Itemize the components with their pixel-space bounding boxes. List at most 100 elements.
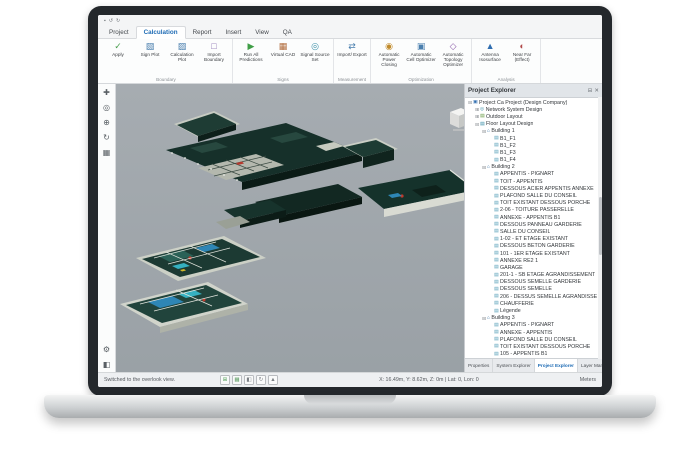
undo-icon[interactable]: ↺ [109,17,113,25]
select-tool-icon[interactable]: ✚ [103,88,110,97]
tab-project[interactable]: Project [102,27,136,38]
tree-item[interactable]: ▤ B1_F1 [467,135,597,142]
tree-item[interactable]: ⊟ ⌂ Building 3 [467,315,597,322]
button-label: Automatic Power Closing [378,52,400,68]
calculation-plot-button[interactable]: ▨ Calculation Plot [166,40,198,63]
close-panel-icon[interactable]: ✕ [594,88,599,94]
bottom-tab-system-explorer[interactable]: System Explorer [493,359,535,372]
tree-item[interactable]: ▤ TOIT EXISTANT DESSOUS PORCHE [467,343,597,350]
component-preview-object [450,108,464,131]
fit-extents-button[interactable]: ⊞ [220,375,230,385]
tree-item[interactable]: ▤ 101 - 1ER ETAGE EXISTANT [467,250,597,257]
quick-access-toolbar: ▪ ↺ ↻ [98,15,602,25]
tree-item[interactable]: ⊟ ⌂ Building 2 [467,164,597,171]
cube-view-icon[interactable]: ◧ [103,360,111,369]
run-all-predictions-button[interactable]: ▶ Run All Predictions [235,40,267,63]
tree-item[interactable]: ▤ ANNEXE - APPENTIS B1 [467,214,597,221]
tree-item[interactable]: ▤ 1-02 - ET ETAGE EXISTANT [467,236,597,243]
orbit-mode-button[interactable]: ↻ [256,375,266,385]
pin-panel-icon[interactable]: ⊟ [588,88,593,94]
tree-item[interactable]: ▤ B1_F4 [467,157,597,164]
button-label: Virtual CAD [270,52,296,57]
tree-item[interactable]: ⊞ ◎ Network System Design [467,106,597,113]
rotate-view-icon[interactable]: ↻ [103,133,110,142]
tree-item-label: SALLE DU CONSEIL [500,228,551,235]
tree-item[interactable]: ▤ 2-06 - TOITURE PASSERELLE [467,207,597,214]
tab-report[interactable]: Report [186,27,219,38]
3d-viewport[interactable] [116,84,464,372]
import-boundary-button[interactable]: □ Import Boundary [198,40,230,63]
tree-item[interactable]: ▤ TOIT EXISTANT DESSOUS PORCHE [467,200,597,207]
tree-item-label: 201-1 - SB ETAGE AGRANDISSEMENT [500,272,596,279]
tree-item[interactable]: ▤ DESSOUS SEMELLE GARDERIE [467,279,597,286]
tab-qa[interactable]: QA [276,27,299,38]
building-3d-model[interactable] [116,84,464,372]
settings-icon[interactable]: ⚙ [103,345,110,354]
tree-item[interactable]: ▤ ANNEXE - APPENTIS [467,329,597,336]
tree-item[interactable]: ▤ 201-1 - SB ETAGE AGRANDISSEMENT [467,272,597,279]
tree-item[interactable]: ▤ TOIT - APPENTIS [467,178,597,185]
near-far-effect-button[interactable]: ◐ Near Far (Effect) [506,40,538,63]
virtual-cad-button[interactable]: ▦ Virtual CAD [267,40,299,58]
tree-item[interactable]: ▤ 105 - APPENTIS B1 [467,351,597,358]
zoom-window-button[interactable]: ▦ [232,375,242,385]
automatic-power-closing-button[interactable]: ◉ Automatic Power Closing [373,40,405,69]
grid-view-icon[interactable]: ▦ [103,148,111,157]
tree-item[interactable]: ⊟ ▤ Floor Layout Design [467,121,597,128]
tree-item-label: Building 2 [491,164,515,171]
tree-item[interactable]: ▤ B1_F3 [467,149,597,156]
virtual-cad-icon: ▦ [278,41,288,51]
tree-item[interactable]: ⊟ ▣ Project Ca Project (Design Company) [467,99,597,106]
button-label: Apply [112,52,124,57]
signal-source-icon: ◎ [311,41,319,51]
save-icon[interactable]: ▪ [104,17,106,25]
orbit-tool-icon[interactable]: ◎ [103,103,110,112]
tab-calculation[interactable]: Calculation [135,26,186,39]
tree-item-label: 105 - APPENTIS B1 [500,351,548,358]
tree-item[interactable]: ▤206 - DESSUS SEMELLE AGRANDISSEMENT [467,293,597,300]
tree-item[interactable]: ▤ ANNEXE RE2 1 [467,257,597,264]
bottom-tab-project-explorer[interactable]: Project Explorer [534,359,578,372]
tree-item[interactable]: ▤ DESSOUS BETON GARDERIE [467,243,597,250]
tab-insert[interactable]: Insert [218,27,248,38]
tree-item[interactable]: ▤ PLAFOND SALLE DU CONSEIL [467,336,597,343]
floor-icon: ▤ [494,301,499,307]
automatic-cell-optimizer-button[interactable]: ▣ Automatic Cell Optimizer [405,40,437,63]
scrollbar-thumb[interactable] [598,196,602,255]
tree-item[interactable]: ⊟ ⌂ Building 1 [467,128,597,135]
status-message: Switched to the overlook view. [104,377,175,383]
tree-item[interactable]: ▤ APPENTIS - PIGNART [467,322,597,329]
tree-scrollbar[interactable] [598,97,602,359]
group-label: Measurement [338,77,367,82]
floor-icon: ▤ [494,286,499,292]
redo-icon[interactable]: ↻ [116,17,120,25]
tab-view[interactable]: View [248,27,276,38]
floor-icon: ▤ [494,322,499,328]
tree-item-label: APPENTIS - PIGNART [500,171,555,178]
tree-item[interactable]: ⊞ ▤ Outdoor Layout [467,113,597,120]
tree-item[interactable]: ▤ GARAGE [467,264,597,271]
signal-source-set-button[interactable]: ◎ Signal Source Set [299,40,331,63]
zoom-tool-icon[interactable]: ⊕ [103,118,110,127]
walk-mode-button[interactable]: ▲ [268,375,278,385]
automatic-topology-optimizer-button[interactable]: ◇ Automatic Topology Optimizer [437,40,469,69]
import-export-button[interactable]: ⇄ Import/ Export [336,40,368,58]
pan-mode-button[interactable]: ◧ [244,375,254,385]
bottom-tab-layer-management[interactable]: Layer Management [578,359,602,372]
tree-item-label: Légende [500,308,521,315]
tree-item[interactable]: ▤ PLAFOND SALLE DU CONSEIL [467,192,597,199]
tree-item[interactable]: ▤ CHAUFFERIE [467,300,597,307]
tree-item-label: GARAGE [500,264,523,271]
tree-item[interactable]: ▤ DESSOUS SEMELLE [467,286,597,293]
tree-item[interactable]: ▤ APPENTIS - PIGNART [467,171,597,178]
tree-item[interactable]: ▤ DESSOUS PANNEAU GARDERIE [467,221,597,228]
auto-power-icon: ◉ [385,41,394,51]
tree-item[interactable]: ▤ SALLE DU CONSEIL [467,228,597,235]
bottom-tab-properties[interactable]: Properties [465,359,494,372]
tree-item[interactable]: ▤ B1_F2 [467,142,597,149]
sign-plot-button[interactable]: ▧ Sign Plot [134,40,166,58]
apply-button[interactable]: ✓ Apply [102,40,134,58]
antenna-isosurface-button[interactable]: ▲ Antenna Isosurface [474,40,506,63]
tree-item[interactable]: ▤ DESSOUS ACIER APPENTIS ANNEXE [467,185,597,192]
tree-item[interactable]: ▤ Légende [467,307,597,314]
